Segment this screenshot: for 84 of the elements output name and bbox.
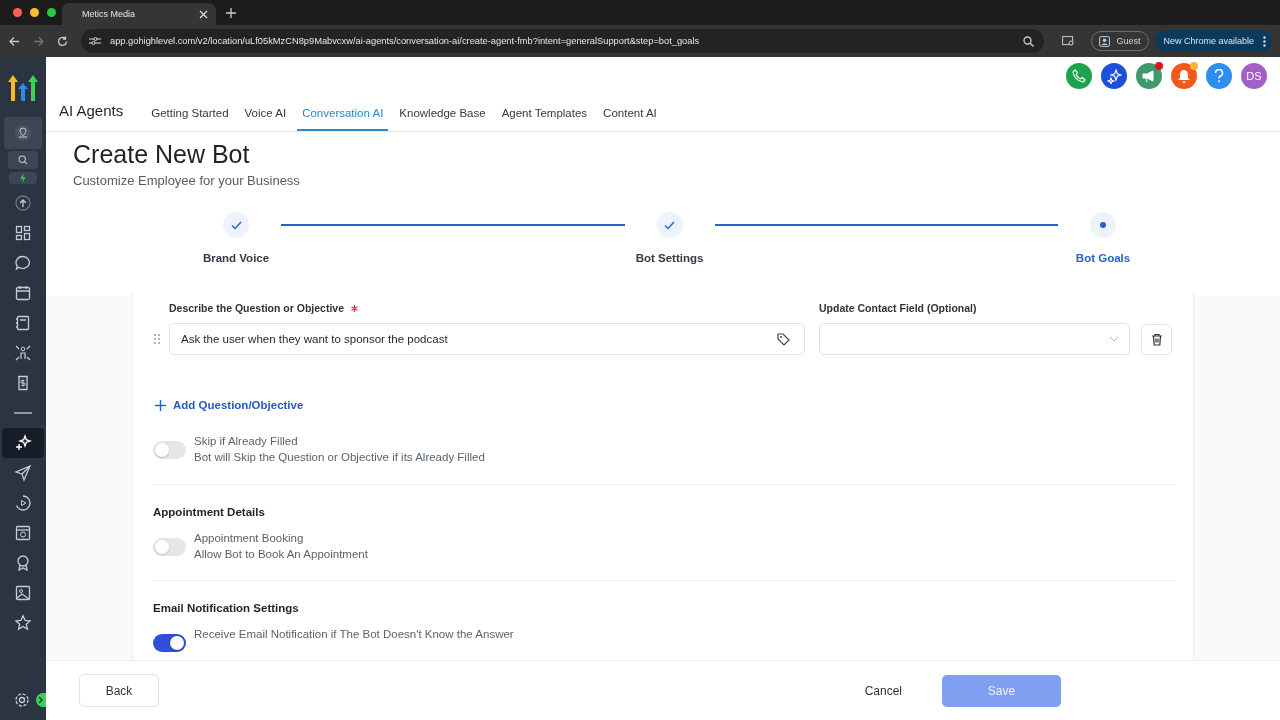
toggle-title: Appointment Booking: [194, 532, 305, 544]
sidebar-item[interactable]: [8, 151, 38, 169]
send-icon: [14, 464, 32, 482]
announcement-button[interactable]: [1136, 63, 1162, 89]
page-subtitle: Customize Employee for your Business: [73, 173, 301, 188]
section-heading: Email Notification Settings: [153, 602, 300, 614]
chevron-down-icon: [1109, 336, 1119, 342]
nav-tab[interactable]: Getting Started: [146, 107, 234, 131]
calendar-icon: [14, 284, 32, 302]
toggle-title: Skip if Already Filled: [194, 435, 299, 447]
toggle-switch[interactable]: [153, 441, 186, 459]
play-icon: [14, 494, 32, 512]
star-icon: [14, 614, 32, 632]
search-icon: [16, 153, 30, 167]
phone-icon: [1072, 69, 1086, 83]
location-icon: [14, 124, 32, 142]
step-label: Bot Settings: [635, 252, 704, 264]
contact-field-dropdown[interactable]: [819, 323, 1130, 355]
award-icon: [14, 554, 32, 572]
toggle-description: Allow Bot to Book An Appointment: [194, 548, 368, 560]
sparkle-icon: [14, 434, 32, 452]
help-icon: [1214, 69, 1224, 83]
section-heading: Appointment Details: [153, 506, 266, 518]
dashboard-icon: [14, 224, 32, 242]
megaphone-icon: [1141, 69, 1157, 83]
upload-icon: [14, 194, 32, 212]
site-settings-icon: [89, 36, 101, 46]
network-icon: [14, 344, 32, 362]
plus-icon: [155, 399, 166, 411]
ai-button[interactable]: [1101, 63, 1127, 89]
back-icon[interactable]: [9, 35, 20, 47]
forward-icon[interactable]: [33, 35, 44, 47]
delete-button[interactable]: [1141, 324, 1172, 355]
nav-tab[interactable]: Content AI: [598, 107, 662, 131]
divider-icon: [14, 412, 32, 414]
zoom-icon: [1023, 35, 1035, 47]
cancel-button[interactable]: Cancel: [858, 683, 908, 698]
phone-button[interactable]: [1066, 63, 1092, 89]
new-tab-icon[interactable]: [226, 8, 236, 18]
back-button[interactable]: Back: [79, 674, 159, 707]
field-label: Update Contact Field (Optional): [819, 302, 978, 314]
page-title: Create New Bot: [73, 140, 251, 169]
step-label: Brand Voice: [202, 252, 270, 264]
nav-tab[interactable]: Agent Templates: [496, 107, 593, 131]
field-label: Describe the Question or Objective: [169, 302, 805, 314]
lightning-icon: [17, 172, 29, 184]
nav-tab[interactable]: Knowledge Base: [394, 107, 491, 131]
expand-icon[interactable]: [36, 693, 46, 707]
website-icon: [14, 524, 32, 542]
settings-icon[interactable]: [14, 692, 30, 708]
trash-icon: [1150, 333, 1163, 346]
app-title: AI Agents: [59, 102, 124, 121]
chat-icon: [14, 254, 32, 272]
tab-search-icon[interactable]: [1062, 35, 1076, 47]
notification-dot: [1155, 62, 1163, 70]
reload-icon[interactable]: [57, 35, 68, 47]
drag-handle-icon[interactable]: [153, 333, 161, 345]
notifications-button[interactable]: [1171, 63, 1197, 89]
help-button[interactable]: [1206, 63, 1232, 89]
close-window-icon[interactable]: [13, 8, 22, 17]
person-icon: [1099, 35, 1111, 47]
nav-tab[interactable]: Voice AI: [239, 107, 292, 131]
objective-field[interactable]: Ask the user when they want to sponsor the podcast: [169, 323, 805, 355]
toggle-title: Receive Email Notification if The Bot Doesn't Know the Answer: [194, 628, 514, 640]
sparkle-icon: [1106, 68, 1122, 84]
toggle-description: Bot will Skip the Question or Objective if its Already Filled: [194, 451, 485, 463]
browser-tab[interactable]: Metics Media: [62, 3, 216, 25]
maximize-window-icon[interactable]: [47, 8, 56, 17]
close-icon[interactable]: [199, 9, 208, 19]
update-button[interactable]: New Chrome available: [1155, 30, 1272, 52]
tag-icon[interactable]: [777, 332, 790, 346]
user-avatar[interactable]: DS: [1241, 63, 1267, 89]
notification-dot: [1190, 62, 1198, 70]
add-objective-link[interactable]: Add Question/Objective: [155, 399, 304, 411]
more-icon[interactable]: [1263, 35, 1266, 47]
notebook-icon: [14, 314, 32, 332]
image-icon: [14, 584, 32, 602]
toggle-switch[interactable]: [153, 634, 186, 652]
toggle-switch[interactable]: [153, 538, 186, 556]
address-bar[interactable]: app.gohighlevel.com/v2/location/uLf05kMzCN8p9Mabvcxw/ai-agents/conversation-ai/create-agent-fmb?intent=generalSupport&step=bot_goals: [81, 29, 1045, 53]
minimize-window-icon[interactable]: [30, 8, 39, 17]
step-label: Bot Goals: [1075, 252, 1131, 264]
sidebar-item[interactable]: [2, 428, 44, 458]
bell-icon: [1177, 68, 1191, 84]
